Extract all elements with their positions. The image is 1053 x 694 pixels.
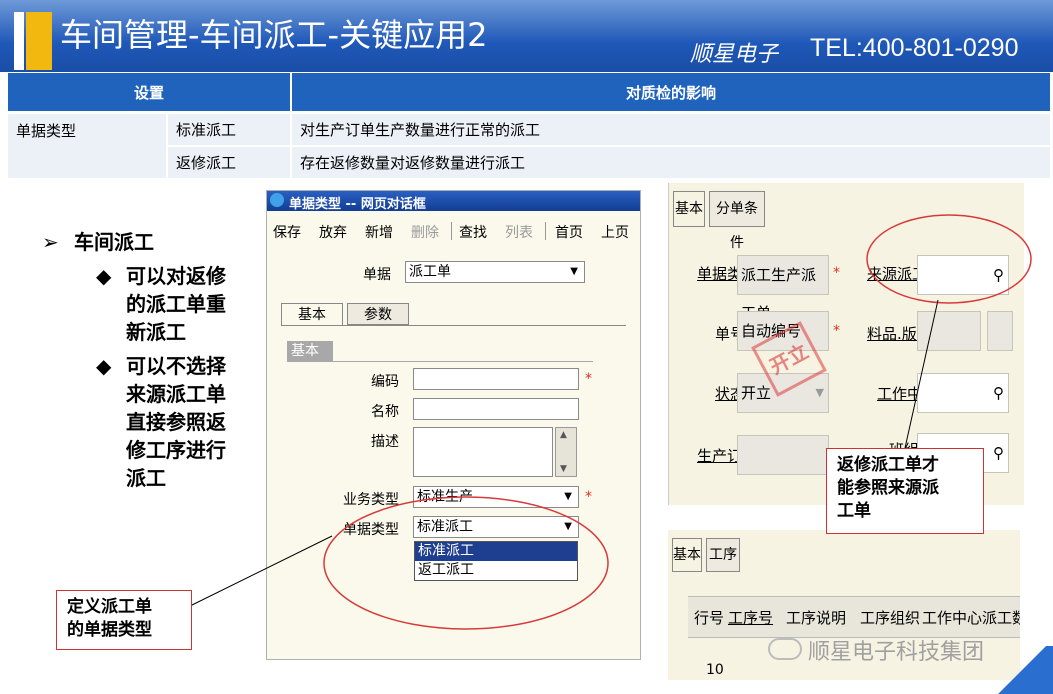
watermark-text: 顺星电子科技集团	[808, 640, 985, 665]
highlight-ellipse	[323, 496, 609, 630]
callout-line	[904, 299, 939, 449]
wechat-icon	[768, 638, 802, 660]
callout-left: 定义派工单 的单据类型	[56, 590, 192, 650]
corner-decoration	[990, 646, 1053, 694]
callout-line	[189, 535, 333, 607]
highlight-ellipse	[866, 214, 1032, 304]
callout-right: 返修派工单才 能参照来源派 工单	[826, 448, 984, 534]
